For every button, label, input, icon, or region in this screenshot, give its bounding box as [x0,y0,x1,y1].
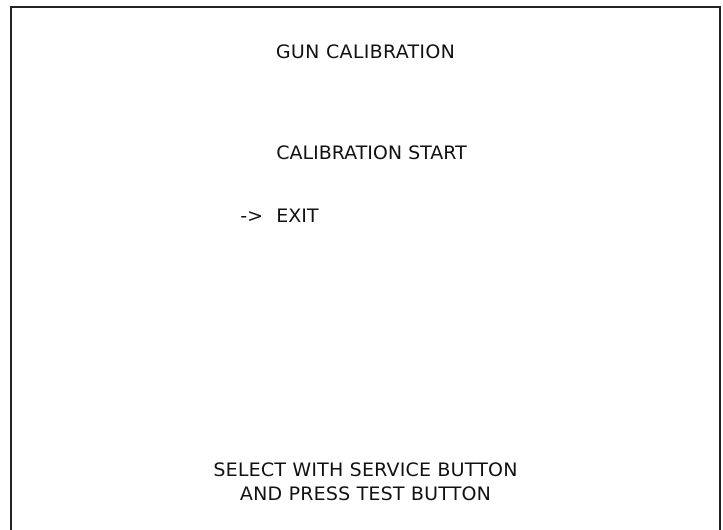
menu-item-label: EXIT [276,205,319,227]
menu-item-label: CALIBRATION START [276,142,467,164]
menu-cursor: -> [240,205,264,227]
instruction-line-1: SELECT WITH SERVICE BUTTON [213,459,518,481]
calibration-screen: GUN CALIBRATION CALIBRATION START -> EXIT… [10,6,721,530]
calibration-menu: CALIBRATION START -> EXIT [204,122,467,248]
menu-item-calibration-start[interactable]: CALIBRATION START [204,122,467,185]
menu-item-exit[interactable]: -> EXIT [204,185,467,248]
page-title: GUN CALIBRATION [275,41,456,63]
instruction-line-2: AND PRESS TEST BUTTON [239,483,492,505]
